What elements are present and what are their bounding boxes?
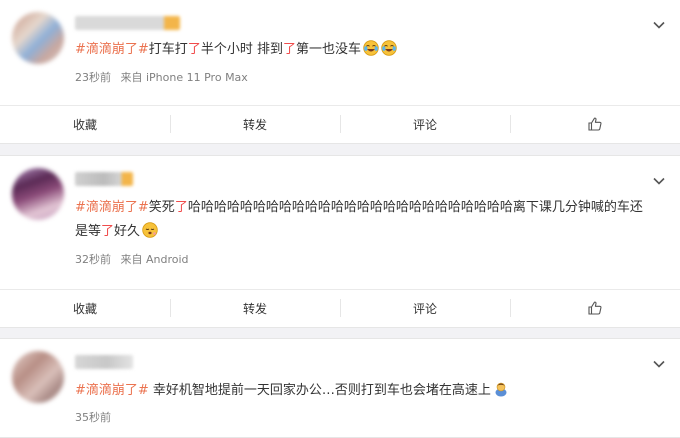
repost-label: 转发 — [242, 301, 267, 316]
post-meta: 23秒前 来自 iPhone 11 Pro Max — [75, 69, 254, 85]
post-meta: 32秒前 来自 Android — [75, 251, 195, 267]
sleepy-face-icon — [142, 222, 158, 238]
comment-button[interactable]: 评论 — [340, 106, 510, 142]
repost-label: 转发 — [242, 117, 267, 132]
post-time[interactable]: 32秒前 — [75, 253, 111, 266]
hashtag-link[interactable]: #滴滴崩了# — [75, 383, 149, 398]
highlight-text: 了 — [187, 42, 201, 57]
action-bar: 收藏 转发 评论 — [0, 289, 680, 326]
like-button[interactable] — [510, 106, 680, 142]
avatar[interactable] — [12, 12, 64, 64]
comment-label: 评论 — [412, 117, 437, 132]
post-meta: 35秒前 — [75, 409, 117, 425]
hashtag-link[interactable]: #滴滴崩了# — [75, 200, 149, 215]
chevron-down-icon[interactable] — [652, 357, 666, 371]
favorite-label: 收藏 — [72, 117, 97, 132]
post-time[interactable]: 35秒前 — [75, 411, 111, 424]
laugh-cry-icon — [381, 40, 397, 56]
action-bar: 收藏 转发 评论 — [0, 105, 680, 142]
thumbs-up-icon — [587, 300, 603, 316]
post-card: #滴滴崩了#打车打了半个小时 排到了第一也没车 23秒前 来自 iPhone 1… — [0, 0, 680, 144]
username-blurred[interactable] — [75, 16, 180, 30]
text-segment: 幸好机智地提前一天回家办公…否则打到车也会堵在高速上 — [148, 383, 491, 398]
chevron-down-icon[interactable] — [652, 18, 666, 32]
highlight-text: 了 — [101, 224, 115, 239]
post-text: #滴滴崩了#打车打了半个小时 排到了第一也没车 — [75, 38, 650, 62]
favorite-button[interactable]: 收藏 — [0, 290, 170, 326]
comment-button[interactable]: 评论 — [340, 290, 510, 326]
like-button[interactable] — [510, 290, 680, 326]
avatar[interactable] — [12, 168, 64, 220]
text-segment: 半个小时 排到 — [200, 42, 283, 57]
repost-button[interactable]: 转发 — [170, 290, 340, 326]
text-segment: 笑死 — [148, 200, 175, 215]
post-card: #滴滴崩了# 幸好机智地提前一天回家办公…否则打到车也会堵在高速上 35秒前 — [0, 338, 680, 438]
avatar[interactable] — [12, 351, 64, 403]
laugh-cry-icon — [363, 40, 379, 56]
text-segment: 好久 — [114, 224, 141, 239]
chevron-down-icon[interactable] — [652, 174, 666, 188]
post-time[interactable]: 23秒前 — [75, 71, 111, 84]
post-source: 来自 iPhone 11 Pro Max — [120, 71, 248, 84]
bowing-person-icon — [493, 381, 509, 397]
highlight-text: 了 — [174, 200, 188, 215]
username-blurred[interactable] — [75, 355, 133, 369]
post-text: #滴滴崩了#笑死了哈哈哈哈哈哈哈哈哈哈哈哈哈哈哈哈哈哈哈哈哈哈哈哈哈离下课几分钟… — [75, 196, 644, 244]
highlight-text: 了 — [282, 42, 296, 57]
text-segment: 打车打 — [148, 42, 188, 57]
favorite-button[interactable]: 收藏 — [0, 106, 170, 142]
username-blurred[interactable] — [75, 172, 133, 186]
post-source: 来自 Android — [120, 253, 189, 266]
post-card: #滴滴崩了#笑死了哈哈哈哈哈哈哈哈哈哈哈哈哈哈哈哈哈哈哈哈哈哈哈哈哈离下课几分钟… — [0, 155, 680, 328]
thumbs-up-icon — [587, 116, 603, 132]
comment-label: 评论 — [412, 301, 437, 316]
text-segment: 第一也没车 — [295, 42, 361, 57]
post-text: #滴滴崩了# 幸好机智地提前一天回家办公…否则打到车也会堵在高速上 — [75, 379, 650, 403]
repost-button[interactable]: 转发 — [170, 106, 340, 142]
hashtag-link[interactable]: #滴滴崩了# — [75, 42, 149, 57]
favorite-label: 收藏 — [72, 301, 97, 316]
